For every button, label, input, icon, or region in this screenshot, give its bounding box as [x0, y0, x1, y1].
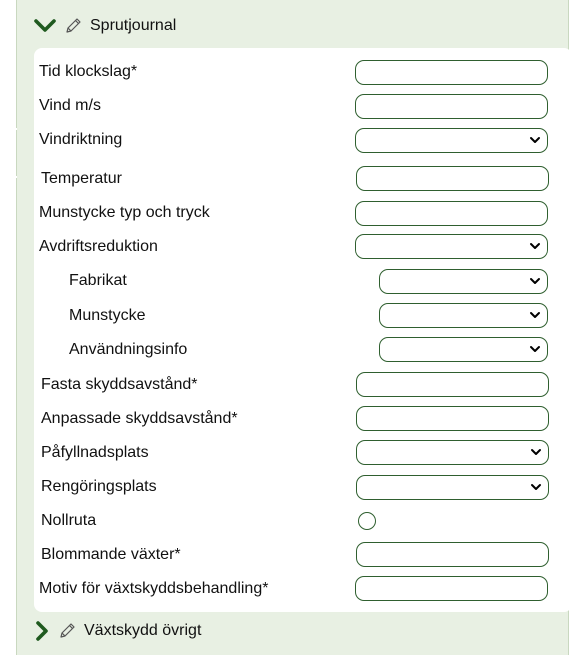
field-label: Tid klockslag* [39, 63, 138, 80]
field-label: Avdriftsreduktion [39, 238, 158, 255]
field-label: Användningsinfo [69, 341, 188, 358]
left-divider-mark [1, 128, 17, 130]
form-row-fasta-skyddsavstand: Fasta skyddsavstånd* [34, 368, 198, 402]
form-row-blommande-vaxter: Blommande växter* [34, 538, 181, 572]
form-row-rengoringsplats: Rengöringsplats [34, 470, 157, 504]
field-label: Vindriktning [39, 131, 123, 148]
form-row-anpassade-skyddsavstand: Anpassade skyddsavstånd* [34, 402, 238, 436]
chevron-right-icon[interactable] [34, 621, 50, 641]
chevron-down-icon [531, 484, 541, 490]
chevron-down-icon [530, 137, 540, 143]
field-label: Blommande växter* [41, 546, 181, 563]
pencil-icon[interactable] [64, 17, 82, 35]
fasta-skyddsavstand-input[interactable] [356, 372, 549, 397]
munstycke-select[interactable] [379, 303, 548, 328]
sprutjournal-panel: Tid klockslag* Vind m/s Vindriktning Tem… [34, 48, 572, 612]
chevron-down-icon [530, 312, 540, 318]
vindriktning-select[interactable] [355, 128, 548, 153]
field-label: Vind m/s [39, 97, 101, 114]
avdriftsreduktion-select[interactable] [355, 234, 548, 259]
nollruta-radio[interactable] [358, 512, 376, 530]
field-label: Påfyllnadsplats [41, 444, 149, 461]
munstycke-typ-input[interactable] [355, 201, 548, 226]
chevron-down-icon[interactable] [34, 18, 56, 34]
vind-input[interactable] [355, 94, 548, 119]
anvandningsinfo-select[interactable] [379, 337, 548, 362]
field-label: Anpassade skyddsavstånd* [41, 410, 238, 427]
section-title-sprutjournal: Sprutjournal [90, 17, 177, 34]
form-row-munstycke-typ: Munstycke typ och tryck [34, 196, 210, 230]
field-label: Nollruta [41, 512, 97, 529]
anpassade-skyddsavstand-input[interactable] [356, 406, 549, 431]
field-label: Temperatur [41, 170, 122, 187]
left-divider-mark-2 [1, 176, 17, 178]
field-label: Munstycke [69, 307, 146, 324]
blommande-vaxter-input[interactable] [356, 542, 549, 567]
motiv-input[interactable] [355, 576, 548, 601]
field-label: Munstycke typ och tryck [39, 204, 210, 221]
field-label: Fasta skyddsavstånd* [41, 376, 198, 393]
form-row-tid-klockslag: Tid klockslag* [34, 55, 137, 89]
pencil-icon[interactable] [58, 622, 76, 640]
chevron-down-icon [530, 346, 540, 352]
tid-klockslag-input[interactable] [355, 60, 548, 85]
sprutjournal-header[interactable]: Sprutjournal [34, 6, 176, 46]
rengoringsplats-select[interactable] [356, 475, 549, 500]
form-row-vind: Vind m/s [34, 89, 101, 123]
form-row-pafyllnadsplats: Påfyllnadsplats [34, 436, 149, 470]
form-row-anvandningsinfo: Användningsinfo [34, 333, 187, 367]
field-label: Motiv för växtskyddsbehandling* [39, 580, 269, 597]
field-label: Fabrikat [69, 272, 127, 289]
chevron-down-icon [530, 278, 540, 284]
form-row-fabrikat: Fabrikat [34, 264, 127, 298]
vaxtskydd-ovrigt-header[interactable]: Växtskydd övrigt [34, 611, 201, 651]
temperatur-input[interactable] [356, 166, 549, 191]
field-label: Rengöringsplats [41, 478, 157, 495]
form-row-motiv: Motiv för växtskyddsbehandling* [34, 572, 268, 606]
fabrikat-select[interactable] [379, 269, 548, 294]
form-frame: Sprutjournal Tid klockslag* Vind m/s Vin… [1, 0, 572, 655]
form-row-nollruta: Nollruta [34, 504, 96, 538]
form-row-vindriktning: Vindriktning [34, 123, 122, 157]
form-row-munstycke: Munstycke [34, 299, 145, 333]
pafyllnadsplats-select[interactable] [356, 440, 549, 465]
section-title-vaxtskydd-ovrigt: Växtskydd övrigt [84, 622, 202, 639]
chevron-down-icon [530, 243, 540, 249]
form-row-avdriftsreduktion: Avdriftsreduktion [34, 230, 158, 264]
chevron-down-icon [531, 449, 541, 455]
form-row-temperatur: Temperatur [34, 162, 122, 196]
